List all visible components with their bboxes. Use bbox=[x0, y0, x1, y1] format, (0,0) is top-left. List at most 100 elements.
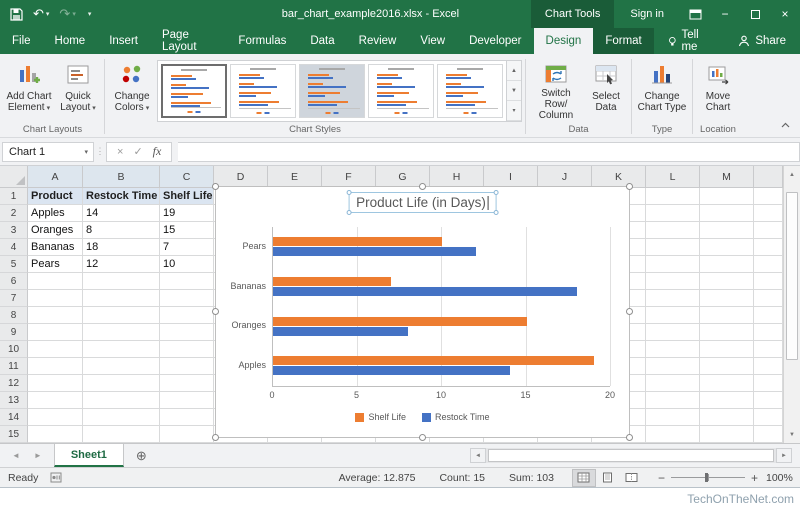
row-header-14[interactable]: 14 bbox=[0, 409, 28, 426]
add-chart-element-button[interactable]: Add Chart Element▾ bbox=[4, 57, 54, 121]
save-button[interactable] bbox=[10, 8, 23, 21]
chart-resize-handle[interactable] bbox=[419, 434, 426, 441]
status-count[interactable]: Count: 15 bbox=[427, 472, 497, 484]
col-header-A[interactable]: A bbox=[28, 166, 83, 188]
cell-C12[interactable] bbox=[160, 375, 214, 392]
customize-qat-button[interactable]: ▾ bbox=[86, 10, 92, 18]
tab-home[interactable]: Home bbox=[43, 28, 98, 54]
name-box[interactable]: Chart 1 ▾ bbox=[2, 142, 94, 162]
chart-object[interactable]: Product Life (in Days) 05101520PearsBana… bbox=[215, 186, 630, 438]
cell-C3[interactable]: 15 bbox=[160, 222, 214, 239]
page-layout-view-button[interactable] bbox=[596, 469, 620, 487]
cell-M1[interactable] bbox=[700, 188, 754, 205]
cell-C15[interactable] bbox=[160, 426, 214, 443]
chart-style-thumb-2[interactable] bbox=[230, 64, 296, 118]
cell-L2[interactable] bbox=[646, 205, 700, 222]
col-header-C[interactable]: C bbox=[160, 166, 214, 188]
cell-M12[interactable] bbox=[700, 375, 754, 392]
legend-item-restock-time[interactable]: Restock Time bbox=[422, 412, 490, 422]
undo-button[interactable]: ↶▾ bbox=[33, 6, 49, 22]
row-header-1[interactable]: 1 bbox=[0, 188, 28, 205]
tab-file[interactable]: File bbox=[0, 28, 43, 54]
cell-M15[interactable] bbox=[700, 426, 754, 443]
page-break-preview-button[interactable] bbox=[620, 469, 644, 487]
bar-restock-time-bananas[interactable] bbox=[273, 287, 577, 296]
gallery-scroll-up-button[interactable]: ▲ bbox=[507, 61, 521, 81]
maximize-button[interactable] bbox=[740, 0, 770, 28]
cell-B15[interactable] bbox=[83, 426, 160, 443]
chart-resize-handle[interactable] bbox=[212, 434, 219, 441]
cell-B11[interactable] bbox=[83, 358, 160, 375]
enter-button[interactable]: ✓ bbox=[133, 145, 142, 158]
cell-C11[interactable] bbox=[160, 358, 214, 375]
col-header-B[interactable]: B bbox=[83, 166, 160, 188]
col-header-L[interactable]: L bbox=[646, 166, 700, 188]
cancel-button[interactable]: × bbox=[117, 146, 123, 158]
cell-M14[interactable] bbox=[700, 409, 754, 426]
cell-M13[interactable] bbox=[700, 392, 754, 409]
vertical-scroll-thumb[interactable] bbox=[786, 192, 798, 360]
cell-M6[interactable] bbox=[700, 273, 754, 290]
cell-B10[interactable] bbox=[83, 341, 160, 358]
horizontal-scrollbar[interactable]: ◄ ► bbox=[470, 448, 792, 463]
select-all-button[interactable] bbox=[0, 166, 28, 188]
status-average[interactable]: Average: 12.875 bbox=[327, 472, 428, 484]
chart-style-thumb-3[interactable] bbox=[299, 64, 365, 118]
cell-L1[interactable] bbox=[646, 188, 700, 205]
quick-layout-button[interactable]: Quick Layout▾ bbox=[55, 57, 101, 121]
change-chart-type-button[interactable]: Change Chart Type bbox=[635, 57, 689, 121]
cell-L10[interactable] bbox=[646, 341, 700, 358]
cell-A9[interactable] bbox=[28, 324, 83, 341]
sheet-nav-right-button[interactable]: ► bbox=[34, 451, 42, 460]
minimize-button[interactable]: − bbox=[710, 0, 740, 28]
cell-M8[interactable] bbox=[700, 307, 754, 324]
cell-M10[interactable] bbox=[700, 341, 754, 358]
zoom-level[interactable]: 100% bbox=[766, 472, 800, 484]
switch-row-column-button[interactable]: Switch Row/ Column bbox=[529, 57, 583, 121]
cell-A3[interactable]: Oranges bbox=[28, 222, 83, 239]
change-colors-button[interactable]: Change Colors▾ bbox=[108, 57, 156, 121]
bar-shelf-life-apples[interactable] bbox=[273, 356, 594, 365]
cell-M2[interactable] bbox=[700, 205, 754, 222]
tab-review[interactable]: Review bbox=[347, 28, 409, 54]
col-header-E[interactable]: E bbox=[268, 166, 322, 188]
collapse-ribbon-button[interactable] bbox=[778, 119, 792, 131]
cell-L4[interactable] bbox=[646, 239, 700, 256]
cell-L5[interactable] bbox=[646, 256, 700, 273]
cell-B6[interactable] bbox=[83, 273, 160, 290]
sign-in-button[interactable]: Sign in bbox=[614, 8, 680, 20]
cell-A8[interactable] bbox=[28, 307, 83, 324]
move-chart-button[interactable]: Move Chart bbox=[696, 57, 740, 121]
cell-L8[interactable] bbox=[646, 307, 700, 324]
cell-B13[interactable] bbox=[83, 392, 160, 409]
cell-C14[interactable] bbox=[160, 409, 214, 426]
col-header-J[interactable]: J bbox=[538, 166, 592, 188]
bar-restock-time-pears[interactable] bbox=[273, 247, 476, 256]
row-header-15[interactable]: 15 bbox=[0, 426, 28, 443]
row-header-13[interactable]: 13 bbox=[0, 392, 28, 409]
row-header-12[interactable]: 12 bbox=[0, 375, 28, 392]
cell-C9[interactable] bbox=[160, 324, 214, 341]
scroll-right-button[interactable]: ► bbox=[776, 448, 792, 463]
select-data-button[interactable]: Select Data bbox=[584, 57, 628, 121]
cell-B1[interactable]: Restock Time bbox=[83, 188, 160, 205]
cell-C10[interactable] bbox=[160, 341, 214, 358]
zoom-slider-thumb[interactable] bbox=[705, 473, 708, 482]
cell-L3[interactable] bbox=[646, 222, 700, 239]
bar-restock-time-oranges[interactable] bbox=[273, 327, 408, 336]
row-header-8[interactable]: 8 bbox=[0, 307, 28, 324]
cell-B12[interactable] bbox=[83, 375, 160, 392]
tab-design[interactable]: Design bbox=[534, 28, 594, 54]
macro-record-icon[interactable] bbox=[50, 472, 62, 483]
formula-input[interactable] bbox=[178, 142, 800, 162]
chart-style-thumb-5[interactable] bbox=[437, 64, 503, 118]
cell-A10[interactable] bbox=[28, 341, 83, 358]
tab-insert[interactable]: Insert bbox=[97, 28, 150, 54]
row-header-6[interactable]: 6 bbox=[0, 273, 28, 290]
cell-B2[interactable]: 14 bbox=[83, 205, 160, 222]
ribbon-display-options-button[interactable] bbox=[680, 0, 710, 28]
row-header-7[interactable]: 7 bbox=[0, 290, 28, 307]
zoom-slider[interactable] bbox=[671, 477, 745, 478]
tab-formulas[interactable]: Formulas bbox=[226, 28, 298, 54]
cell-L14[interactable] bbox=[646, 409, 700, 426]
